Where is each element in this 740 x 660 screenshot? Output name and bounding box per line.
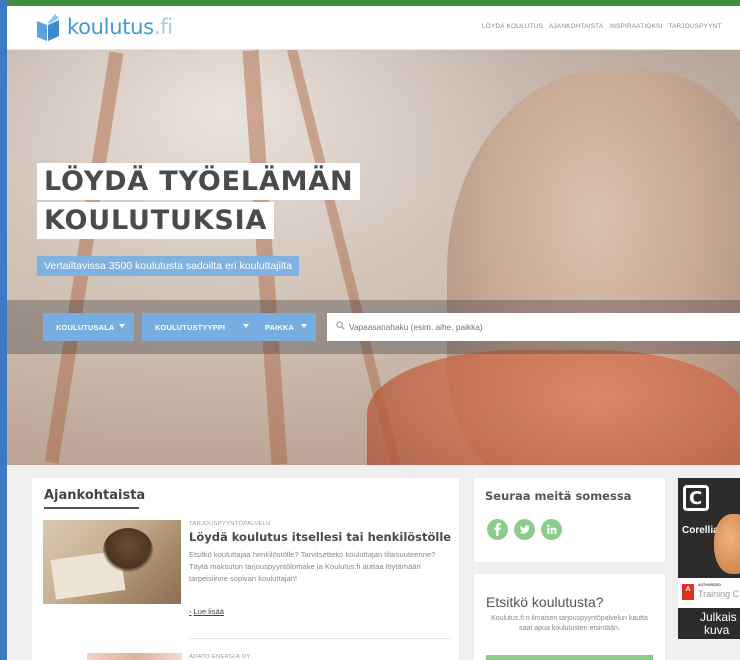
- logo-text: koulutus.fi: [67, 15, 173, 39]
- find-training-text: Koulutus.fi:n ilmaisen tarjouspyyntöpalv…: [491, 615, 648, 632]
- image-detail: [103, 528, 153, 573]
- left-accent-strip: [0, 0, 7, 660]
- ad-top-panel: C Corellia: [678, 478, 740, 578]
- logo-book-icon: [37, 14, 59, 41]
- corellia-logo-icon: C: [683, 485, 709, 511]
- article-image[interactable]: [87, 653, 182, 660]
- adobe-icon: A: [682, 584, 694, 600]
- search-icon: [336, 321, 345, 330]
- hero-title-line-2: KOULUTUKSIA: [37, 202, 275, 239]
- hero-banner: LÖYDÄ TYÖELÄMÄN KOULUTUKSIA Vertailtavis…: [7, 50, 740, 465]
- divider: [189, 638, 451, 639]
- ad-text-line-1: Julkais: [700, 610, 737, 624]
- chevron-down-icon: [301, 324, 307, 328]
- nav-item-tarjouspyynto[interactable]: TARJOUSPYYNT: [668, 23, 721, 30]
- read-more-link[interactable]: › Lue lisää: [189, 607, 224, 616]
- article-category: ADATO ENERGIA OY: [189, 654, 251, 660]
- main-nav: LÖYDÄ KOULUTUS AJANKOHTAISTA INSPIRAATIO…: [482, 23, 721, 30]
- section-title: Seuraa meitä somessa: [485, 489, 632, 503]
- section-title: Etsitkö koulutusta?: [486, 594, 604, 610]
- section-title: Ajankohtaista: [44, 488, 146, 503]
- site-header: koulutus.fi LÖYDÄ KOULUTUS AJANKOHTAISTA…: [7, 6, 740, 50]
- find-training-button[interactable]: [486, 655, 653, 660]
- advertisement-banner[interactable]: C Corellia A AUTHORIZED Training C Julka…: [678, 478, 740, 639]
- chevron-down-icon: [243, 324, 249, 328]
- article-excerpt: Etsitkö kouluttajaa henkilöstölle? Tarvi…: [189, 550, 436, 583]
- ad-figure-image: [714, 514, 740, 574]
- ad-authorized: AUTHORIZED: [698, 583, 721, 587]
- ad-mid-panel: A AUTHORIZED Training C: [678, 578, 740, 608]
- search-bar: KOULUTUSALA KOULUTUSTYYPPI PAIKKA: [7, 300, 740, 354]
- dropdown-label: PAIKKA: [265, 322, 294, 332]
- site-logo[interactable]: koulutus.fi: [35, 12, 173, 42]
- article-heading[interactable]: Löydä koulutus itsellesi tai henkilöstöl…: [189, 530, 451, 544]
- hero-title-line-1: LÖYDÄ TYÖELÄMÄN: [37, 163, 361, 200]
- dropdown-koulutusala[interactable]: KOULUTUSALA: [43, 313, 134, 341]
- section-title-underline: [44, 507, 139, 509]
- nav-item-inspiraatioksi[interactable]: INSPIRAATIOKSI: [609, 23, 662, 30]
- read-more-label: Lue lisää: [193, 607, 224, 616]
- ad-training-text: Training C: [698, 589, 740, 599]
- dropdown-paikka[interactable]: PAIKKA: [252, 313, 316, 341]
- ad-bottom-panel: Julkais kuva: [678, 608, 740, 639]
- article-image[interactable]: [43, 520, 181, 604]
- twitter-icon[interactable]: [514, 519, 535, 540]
- news-section: Ajankohtaista TARJOUSPYYNTÖPALVELU Löydä…: [32, 478, 459, 660]
- social-section: Seuraa meitä somessa: [474, 478, 665, 562]
- dropdown-label: KOULUTUSALA: [56, 322, 115, 332]
- search-input[interactable]: [327, 313, 740, 341]
- chevron-down-icon: [119, 324, 125, 328]
- ad-brand: Corellia: [682, 525, 719, 536]
- find-training-section: Etsitkö koulutusta? Koulutus.fi:n ilmais…: [474, 574, 665, 660]
- chevron-right-icon: ›: [189, 607, 192, 616]
- nav-item-ajankohtaista[interactable]: AJANKOHTAISTA: [549, 23, 603, 30]
- article-category: TARJOUSPYYNTÖPALVELU: [189, 521, 271, 527]
- dropdown-label: KOULUTUSTYYPPI: [155, 322, 226, 332]
- ad-text-line-2: kuva: [704, 623, 730, 637]
- facebook-icon[interactable]: [487, 519, 508, 540]
- ad-logo-letter: C: [689, 488, 703, 509]
- hero-subtitle: Vertailtavissa 3500 koulutusta sadoilta …: [37, 256, 300, 276]
- dropdown-koulutustyyppi[interactable]: KOULUTUSTYYPPI: [142, 313, 258, 341]
- hero-person-jacket: [367, 350, 740, 465]
- hero-title: LÖYDÄ TYÖELÄMÄN KOULUTUKSIA: [37, 163, 361, 241]
- linkedin-icon[interactable]: [541, 519, 562, 540]
- nav-item-loyda-koulutus[interactable]: LÖYDÄ KOULUTUS: [482, 23, 543, 30]
